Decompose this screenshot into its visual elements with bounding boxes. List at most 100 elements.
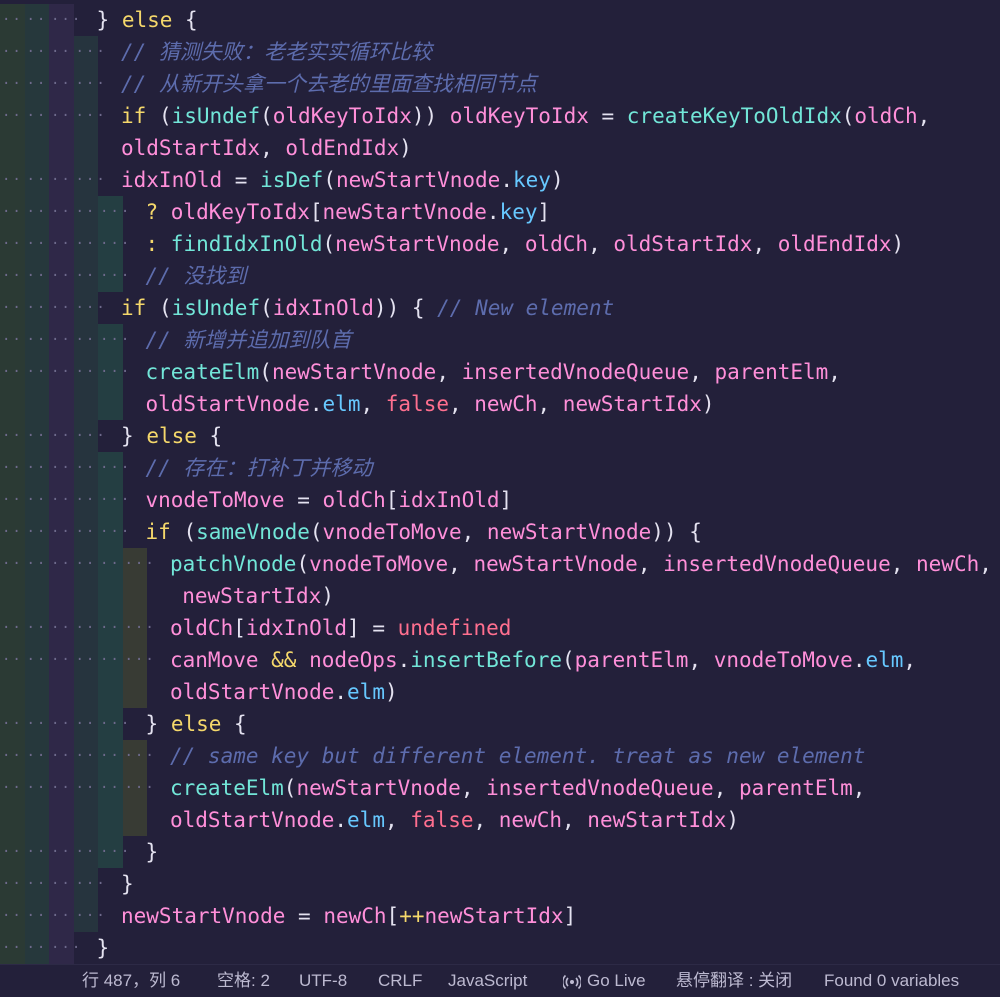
- indent-guide: [49, 676, 74, 708]
- code-text: }: [97, 932, 110, 964]
- code-line[interactable]: ··· ··· ··· ··· ···// 新增并追加到队首: [0, 324, 1000, 356]
- code-line[interactable]: ··· ··· ··· ··· ··· ··· canMove && nodeOps.ins…: [0, 644, 1000, 676]
- code-line[interactable]: ··· ··· ··· ···} else {: [0, 420, 1000, 452]
- go-live-label: Go Live: [587, 971, 646, 990]
- code-token: insertedVnodeQueue: [663, 552, 891, 576]
- code-line[interactable]: ··· ··· ··· ··· if (isUndef(idxInOld)) { // …: [0, 292, 1000, 324]
- whitespace-dots: ···: [100, 268, 132, 284]
- indent-guide: [98, 580, 123, 612]
- code-text: // 新增并追加到队首: [146, 324, 352, 356]
- language-mode[interactable]: JavaScript: [448, 965, 527, 997]
- code-line[interactable]: ··· ··· ··· ··· newStartVnode = newCh[++newS…: [0, 900, 1000, 932]
- code-token: false: [410, 808, 474, 832]
- whitespace-dots: ···: [75, 44, 107, 60]
- indentation-setting[interactable]: 空格: 2: [217, 965, 270, 997]
- whitespace-dots: ···: [75, 108, 107, 124]
- code-line[interactable]: oldStartVnode.elm, false, newCh, newStar…: [0, 388, 1000, 420]
- code-token: undefined: [397, 616, 512, 640]
- code-line[interactable]: ··· ··· ··· ··· ···// 没找到: [0, 260, 1000, 292]
- whitespace-dots: ···: [100, 364, 132, 380]
- code-line[interactable]: ··· ··· ··· ··· ··· vnodeToMove = oldCh[idxIn…: [0, 484, 1000, 516]
- code-token: // 新增并追加到队首: [145, 328, 352, 352]
- code-token: ,: [360, 392, 386, 416]
- code-token: .: [334, 808, 348, 832]
- code-line[interactable]: ··· ··· ··· ··· ··· createElm(newStartVnode, …: [0, 356, 1000, 388]
- code-text: : findIdxInOld(newStartVnode, oldCh, old…: [146, 228, 905, 260]
- code-line[interactable]: ··· ··· ··· ···// 从新开头拿一个去老的里面查找相同节点: [0, 68, 1000, 100]
- code-line[interactable]: newStartIdx): [0, 580, 1000, 612]
- code-line[interactable]: ··· ··· ··· ··· if (isUndef(oldKeyToIdx)) ol…: [0, 100, 1000, 132]
- indent-guide: [0, 580, 25, 612]
- indent-guide: [24, 132, 49, 164]
- code-text: oldStartIdx, oldEndIdx): [121, 132, 412, 164]
- code-line[interactable]: ··· ··· ··· ···}: [0, 868, 1000, 900]
- code-text: oldStartVnode.elm, false, newCh, newStar…: [146, 388, 715, 420]
- code-token: key: [499, 200, 538, 224]
- code-line[interactable]: ··· ··· ··· ··· ··· ··· patchVnode(vnodeToMove…: [0, 548, 1000, 580]
- code-token: )) {: [373, 296, 438, 320]
- code-token: // 存在：打补丁并移动: [145, 456, 373, 480]
- whitespace-dots: ···: [51, 940, 83, 956]
- code-token: insertBefore: [410, 648, 562, 672]
- code-line[interactable]: ··· ··· ···}: [0, 932, 1000, 964]
- code-line[interactable]: oldStartVnode.elm, false, newCh, newStar…: [0, 804, 1000, 836]
- line-ending-setting[interactable]: CRLF: [378, 965, 422, 997]
- code-token: (: [296, 552, 310, 576]
- whitespace-dots: ···: [100, 460, 132, 476]
- code-token: ,: [448, 552, 474, 576]
- code-token: ]: [537, 200, 551, 224]
- code-line[interactable]: oldStartVnode.elm): [0, 676, 1000, 708]
- code-token: }: [96, 936, 110, 960]
- code-token: createElm: [145, 360, 260, 384]
- whitespace-dots: ···: [124, 652, 156, 668]
- code-line[interactable]: ··· ··· ··· ··· ···: findIdxInOld(newStartVn…: [0, 228, 1000, 260]
- code-token: ++: [399, 904, 425, 928]
- code-line[interactable]: ··· ··· ···} else {: [0, 4, 1000, 36]
- code-token: ): [701, 392, 715, 416]
- code-token: // New element: [437, 296, 615, 320]
- indent-guide: [49, 132, 74, 164]
- code-line[interactable]: ··· ··· ··· ··· ···}: [0, 836, 1000, 868]
- code-line[interactable]: ··· ··· ··· ··· ···? oldKeyToIdx[newStartVno…: [0, 196, 1000, 228]
- code-token: findIdxInOld: [170, 232, 323, 256]
- cursor-position[interactable]: 行 487，列 6: [82, 965, 180, 997]
- code-line[interactable]: ··· ··· ··· ··· ··· ··· createElm(newStartVnod…: [0, 772, 1000, 804]
- indent-guide: [0, 804, 25, 836]
- code-line[interactable]: ··· ··· ··· ··· ···} else {: [0, 708, 1000, 740]
- code-editor[interactable]: ··· ··· ···} else { ··· ··· ··· ··· // 猜测失败：老老实…: [0, 0, 1000, 964]
- hover-translate-toggle[interactable]: 悬停翻译 : 关闭: [676, 965, 792, 997]
- code-token: (: [323, 168, 336, 192]
- indent-guide: [73, 676, 98, 708]
- code-token: false: [385, 392, 449, 416]
- code-text: oldCh[idxInOld] = undefined: [170, 612, 511, 644]
- code-token: (: [283, 776, 297, 800]
- code-token: isUndef: [171, 104, 261, 128]
- found-variables[interactable]: Found 0 variables: [824, 965, 959, 997]
- indent-guide: [98, 676, 123, 708]
- code-line[interactable]: ··· ··· ··· ···// 猜测失败：老老实实循环比较: [0, 36, 1000, 68]
- code-token: ,: [689, 360, 715, 384]
- whitespace-dots: ···: [124, 748, 156, 764]
- code-token: if: [145, 520, 171, 544]
- code-line[interactable]: ··· ··· ··· ··· idxInOld = isDef(newStartVno…: [0, 164, 1000, 196]
- code-token: idxInOld: [272, 296, 374, 320]
- go-live-button[interactable]: Go Live: [563, 965, 646, 997]
- code-token: ): [891, 232, 905, 256]
- code-line[interactable]: ··· ··· ··· ··· ··· if (sameVnode(vnodeToMove…: [0, 516, 1000, 548]
- code-token: sameVnode: [196, 520, 310, 544]
- code-text: createElm(newStartVnode, insertedVnodeQu…: [170, 772, 865, 804]
- code-line[interactable]: ··· ··· ··· ··· ··· ···// same key but differ…: [0, 740, 1000, 772]
- code-line[interactable]: ··· ··· ··· ··· ···// 存在：打补丁并移动: [0, 452, 1000, 484]
- whitespace-dots: ···: [100, 332, 132, 348]
- code-token: oldEndIdx: [777, 232, 892, 256]
- code-token: )) {: [651, 520, 702, 544]
- indent-guide: [73, 580, 98, 612]
- code-line[interactable]: oldStartIdx, oldEndIdx): [0, 132, 1000, 164]
- code-text: // 猜测失败：老老实实循环比较: [121, 36, 432, 68]
- encoding-setting[interactable]: UTF-8: [299, 965, 347, 997]
- code-text: }: [146, 836, 159, 868]
- code-text: ? oldKeyToIdx[newStartVnode.key]: [146, 196, 551, 228]
- code-line[interactable]: ··· ··· ··· ··· ··· ··· oldCh[idxInOld] = unde…: [0, 612, 1000, 644]
